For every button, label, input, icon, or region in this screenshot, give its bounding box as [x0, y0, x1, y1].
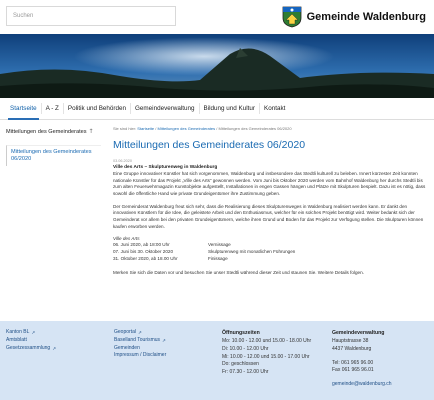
- breadcrumb-current: Mitteilungen des Gemeinderates 06/2020: [218, 126, 292, 131]
- footer-link-kanton-bl[interactable]: Kanton BL ↗: [6, 329, 56, 337]
- footer-link-geoportal[interactable]: Geoportal ↗: [114, 329, 166, 337]
- footer-link-label: Amtsblatt: [6, 336, 27, 343]
- address-line: 4437 Waldenburg: [332, 345, 372, 352]
- breadcrumb: Sie sind hier: Startseite / Mitteilungen…: [113, 123, 426, 135]
- nav-item-gemeindeverwaltung[interactable]: Gemeindeverwaltung: [131, 98, 199, 119]
- external-link-icon: ↗: [31, 330, 36, 336]
- schedule-date: 31. Oktober 2020, ab 18.00 Uhr: [113, 255, 178, 261]
- brand-name: Gemeinde Waldenburg: [306, 11, 426, 23]
- schedule-row: 31. Oktober 2020, ab 18.00 Uhr Finissage: [113, 256, 426, 263]
- footer: Kanton BL ↗ Amtsblatt Gesetzessammlung ↗ G…: [0, 321, 434, 400]
- external-link-icon: ↗: [52, 345, 57, 351]
- coat-of-arms-icon: [282, 6, 302, 28]
- schedule-date: 07. Juni bis 30. Oktober 2020: [113, 248, 174, 254]
- opening-hours-line: Mi: 10.00 - 12.00 und 15.00 - 17.00 Uhr: [222, 353, 310, 360]
- schedule-event: Skulpturenweg mit monatlichen Führungen: [208, 248, 296, 254]
- site-logo[interactable]: Gemeinde Waldenburg: [282, 6, 426, 28]
- external-link-icon: ↗: [137, 330, 142, 336]
- footer-link-gemeinden[interactable]: Gemeinden: [114, 345, 166, 353]
- schedule-event: Vernissage: [208, 242, 231, 248]
- phone-number: Tel: 061 965 96.00: [332, 359, 374, 366]
- opening-hours-line: Do: geschlossen: [222, 361, 259, 368]
- administration-title: Gemeindeverwaltung: [332, 330, 385, 336]
- sidebar: Mitteilungen des Gemeinderates 🡑 Mitteil…: [6, 123, 101, 166]
- arrow-up-icon: 🡑: [89, 129, 93, 135]
- page-title: Mitteilungen des Gemeinderates 06/2020: [113, 139, 306, 151]
- opening-hours-title: Öffnungszeiten: [222, 330, 260, 336]
- search-input[interactable]: Suchen: [6, 6, 176, 26]
- breadcrumb-home-link[interactable]: Startseite: [137, 126, 154, 131]
- article-date: 03.06.2020: [113, 159, 133, 163]
- nav-item-politik[interactable]: Politik und Behörden: [64, 98, 130, 119]
- schedule-row: 06. Juni 2020, ab 18:00 Uhr Vernissage: [113, 242, 426, 249]
- address-line: Hauptstrasse 38: [332, 338, 369, 345]
- nav-item-kontakt[interactable]: Kontakt: [260, 98, 289, 119]
- footer-link-label: Gesetzessammlung: [6, 344, 51, 351]
- article-paragraph-2: Der Gemeinderat Waldenburg freut sich se…: [113, 203, 424, 229]
- schedule-date: 06. Juni 2020, ab 18:00 Uhr: [113, 242, 170, 248]
- footer-links-col-1: Kanton BL ↗ Amtsblatt Gesetzessammlung ↗: [6, 329, 56, 352]
- sidebar-item-active[interactable]: Mitteilungen des Gemeinderates 06/2020: [6, 145, 101, 166]
- sidebar-parent-label: Mitteilungen des Gemeinderates: [6, 129, 87, 135]
- opening-hours-line: Di: 10.00 - 12.00 Uhr: [222, 345, 269, 352]
- footer-opening-hours: Öffnungszeiten Mo: 10.00 - 12.00 und 15.…: [222, 329, 311, 377]
- schedule-event: Finissage: [208, 255, 228, 261]
- main-navigation: Startseite A - Z Politik und Behörden Ge…: [0, 98, 434, 120]
- search-placeholder: Suchen: [13, 13, 34, 19]
- footer-link-amtsblatt[interactable]: Amtsblatt: [6, 337, 56, 345]
- footer-link-label: Kanton BL: [6, 329, 30, 335]
- footer-link-impressum[interactable]: Impressum / Disclaimer: [114, 352, 166, 360]
- footer-link-baselland-tourismus[interactable]: Baselland Tourismus ↗: [114, 337, 166, 345]
- schedule-title: Ville des Arts: [113, 236, 140, 242]
- external-link-icon: ↗: [162, 338, 166, 344]
- breadcrumb-prefix: Sie sind hier:: [113, 126, 137, 131]
- main-content: Sie sind hier: Startseite / Mitteilungen…: [113, 123, 426, 283]
- article-paragraph-3: Merken Sie sich die Daten vor und besuch…: [113, 270, 364, 276]
- article-paragraph-1: Eine Gruppe innovativer Künstler hat sic…: [113, 171, 426, 196]
- article-lead: Ville des Arts – Skulpturenweg in Walden…: [113, 165, 218, 170]
- fax-number: Fax 061 965 96.01: [332, 367, 374, 374]
- nav-item-startseite[interactable]: Startseite: [6, 98, 41, 120]
- footer-link-label: Geoportal: [114, 329, 136, 335]
- footer-link-label: Baselland Tourismus: [114, 336, 161, 343]
- footer-links-col-2: Geoportal ↗ Baselland Tourismus ↗ Gemeinde…: [114, 329, 166, 360]
- footer-contact: Gemeindeverwaltung Hauptstrasse 38 4437 …: [332, 329, 392, 389]
- schedule: Ville des Arts 06. Juni 2020, ab 18:00 U…: [113, 236, 426, 262]
- hero-panorama-image: [0, 34, 434, 98]
- sidebar-parent-link[interactable]: Mitteilungen des Gemeinderates 🡑: [6, 123, 101, 141]
- panorama-illustration: [0, 34, 434, 98]
- footer-link-label: Impressum / Disclaimer: [114, 352, 167, 359]
- footer-link-gesetzessammlung[interactable]: Gesetzessammlung ↗: [6, 345, 56, 353]
- footer-link-label: Gemeinden: [114, 344, 140, 351]
- nav-item-a-z[interactable]: A - Z: [42, 98, 63, 119]
- opening-hours-line: Mo: 10.00 - 12.00 und 15.00 - 18.00 Uhr: [222, 338, 312, 345]
- opening-hours-line: Fr: 07.30 - 12.00 Uhr: [222, 369, 269, 376]
- email-link[interactable]: gemeinde@waldenburg.ch: [332, 381, 392, 389]
- breadcrumb-section-link[interactable]: Mitteilungen des Gemeinderates: [158, 126, 216, 131]
- schedule-row: 07. Juni bis 30. Oktober 2020 Skulpturen…: [113, 249, 426, 256]
- top-bar: Suchen Gemeinde Waldenburg: [0, 0, 434, 34]
- nav-item-bildung[interactable]: Bildung und Kultur: [200, 98, 259, 119]
